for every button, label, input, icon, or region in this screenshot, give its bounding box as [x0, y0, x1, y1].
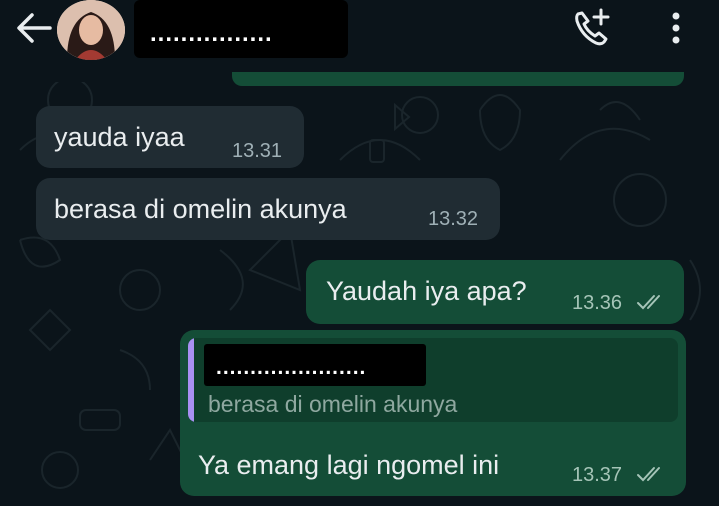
- message-bubble-incoming[interactable]: yauda iyaa 13.31: [36, 106, 304, 168]
- contact-name-area[interactable]: ................: [134, 0, 348, 58]
- quoted-sender: ......................: [216, 356, 367, 379]
- message-time: 13.32: [428, 208, 479, 230]
- avatar-photo: [57, 0, 125, 60]
- quoted-text: berasa di omelin akunya: [208, 391, 458, 417]
- contact-name: ................: [150, 20, 273, 47]
- more-options-button[interactable]: [662, 8, 690, 48]
- previous-message-edge: [232, 72, 684, 86]
- quote-accent-bar: [188, 338, 194, 422]
- message-bubble-incoming[interactable]: berasa di omelin akunya 13.32: [36, 178, 500, 240]
- back-button[interactable]: [12, 10, 56, 46]
- arrow-left-icon: [17, 13, 52, 43]
- add-call-icon: [575, 8, 610, 46]
- message-time: 13.37: [572, 464, 623, 486]
- message-text: Ya emang lagi ngomel ini: [198, 450, 500, 480]
- message-time: 13.31: [232, 140, 283, 162]
- message-text: yauda iyaa: [54, 122, 185, 152]
- read-receipt-icon: [637, 467, 660, 482]
- read-receipt-icon: [637, 295, 660, 310]
- more-vert-icon: [672, 12, 680, 44]
- message-bubble-outgoing-reply[interactable]: ...................... berasa di omelin …: [180, 330, 686, 496]
- quoted-message[interactable]: ...................... berasa di omelin …: [188, 338, 678, 422]
- message-time: 13.36: [572, 292, 623, 314]
- message-text: berasa di omelin akunya: [54, 194, 347, 224]
- quoted-sender-area: ......................: [204, 344, 426, 386]
- chat-header: ................: [0, 0, 719, 82]
- message-bubble-outgoing[interactable]: Yaudah iya apa? 13.36: [306, 260, 684, 324]
- message-text: Yaudah iya apa?: [326, 276, 527, 306]
- add-call-button[interactable]: [570, 6, 616, 50]
- avatar[interactable]: [57, 0, 125, 60]
